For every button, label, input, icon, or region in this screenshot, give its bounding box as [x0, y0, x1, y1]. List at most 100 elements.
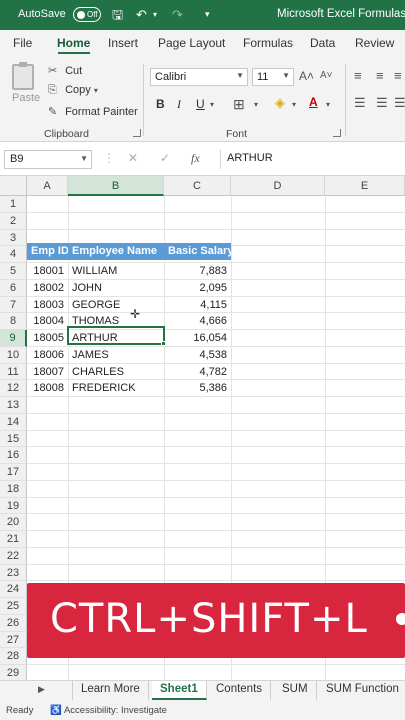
- align-center-icon[interactable]: ☰: [376, 95, 388, 111]
- emp-id-cell[interactable]: 18006: [27, 347, 68, 364]
- row-header[interactable]: 18: [0, 480, 27, 498]
- cut-button[interactable]: ✂ Cut: [48, 64, 82, 77]
- align-middle-icon[interactable]: ≡: [376, 68, 384, 83]
- row-header[interactable]: 8: [0, 313, 27, 330]
- save-icon[interactable]: 🖫: [112, 7, 123, 22]
- row-header[interactable]: 3: [0, 229, 27, 247]
- column-header-c[interactable]: C: [164, 176, 231, 196]
- emp-id-cell[interactable]: 18003: [27, 297, 68, 314]
- header-emp-id[interactable]: Emp ID: [27, 243, 68, 260]
- italic-button[interactable]: I: [177, 97, 181, 112]
- row-header[interactable]: 24: [0, 581, 27, 598]
- row-header[interactable]: 27: [0, 631, 27, 649]
- column-header-d[interactable]: D: [231, 176, 325, 196]
- row-header[interactable]: 12: [0, 380, 27, 397]
- row-header[interactable]: 1: [0, 196, 27, 213]
- sheet-tab-learn-more[interactable]: Learn More: [72, 681, 149, 700]
- employee-name-cell[interactable]: WILLIAM: [68, 263, 164, 280]
- basic-salary-cell[interactable]: 4,666: [164, 313, 231, 330]
- row-header[interactable]: 29: [0, 665, 27, 680]
- name-box[interactable]: B9 ▼: [4, 150, 92, 169]
- font-color-icon[interactable]: A: [309, 95, 318, 109]
- row-header[interactable]: 17: [0, 464, 27, 481]
- row-header[interactable]: 26: [0, 614, 27, 632]
- column-header-b[interactable]: B: [68, 176, 164, 196]
- tab-file[interactable]: File: [13, 36, 32, 50]
- row-header[interactable]: 6: [0, 279, 27, 297]
- sheet-tab-sum-function[interactable]: SUM Function: [318, 681, 405, 700]
- cancel-icon[interactable]: ✕: [128, 151, 138, 165]
- align-bottom-icon[interactable]: ≡: [394, 68, 402, 83]
- fill-color-icon[interactable]: ◈: [275, 95, 285, 111]
- accessibility-status[interactable]: ♿ Accessibility: Investigate: [50, 705, 167, 716]
- row-header[interactable]: 25: [0, 598, 27, 615]
- column-header-a[interactable]: A: [27, 176, 68, 196]
- row-header[interactable]: 7: [0, 296, 27, 314]
- emp-id-cell[interactable]: 18004: [27, 313, 68, 330]
- formula-input[interactable]: ARTHUR: [220, 150, 405, 169]
- tab-page-layout[interactable]: Page Layout: [158, 36, 225, 50]
- header-basic-salary[interactable]: Basic Salary: [164, 243, 231, 260]
- fill-handle[interactable]: [161, 341, 166, 346]
- row-header[interactable]: 13: [0, 397, 27, 414]
- font-size-select[interactable]: 11 ▼: [252, 68, 294, 86]
- enter-icon[interactable]: ✓: [160, 151, 170, 165]
- row-header[interactable]: 9: [0, 330, 27, 347]
- insert-function-button[interactable]: fx: [191, 151, 200, 166]
- sheet-tab-sum[interactable]: SUM: [274, 681, 317, 700]
- tab-data[interactable]: Data: [310, 36, 335, 50]
- emp-id-cell[interactable]: 18002: [27, 280, 68, 297]
- basic-salary-cell[interactable]: 2,095: [164, 280, 231, 297]
- row-header[interactable]: 15: [0, 430, 27, 448]
- emp-id-cell[interactable]: 18008: [27, 380, 68, 397]
- bold-button[interactable]: B: [156, 97, 165, 111]
- copy-button[interactable]: ⎘ Copy ▾: [48, 84, 98, 97]
- emp-id-cell[interactable]: 18005: [27, 330, 68, 347]
- undo-dropdown-icon[interactable]: ▾: [153, 7, 157, 22]
- borders-dropdown-icon[interactable]: ▾: [254, 100, 258, 109]
- copy-dropdown-icon[interactable]: ▾: [94, 86, 98, 95]
- underline-dropdown-icon[interactable]: ▾: [210, 100, 214, 109]
- redo-icon[interactable]: ↷: [172, 7, 183, 22]
- basic-salary-cell[interactable]: 4,115: [164, 297, 231, 314]
- header-employee-name[interactable]: Employee Name: [68, 243, 164, 260]
- tab-formulas[interactable]: Formulas: [243, 36, 293, 50]
- emp-id-cell[interactable]: 18001: [27, 263, 68, 280]
- basic-salary-cell[interactable]: 7,883: [164, 263, 231, 280]
- employee-name-cell[interactable]: JOHN: [68, 280, 164, 297]
- tab-home[interactable]: Home: [57, 36, 90, 50]
- customize-toolbar-icon[interactable]: ▾: [205, 7, 210, 22]
- font-color-dropdown-icon[interactable]: ▾: [326, 100, 330, 109]
- row-header[interactable]: 10: [0, 346, 27, 364]
- sheet-scroll-right-icon[interactable]: ▶: [38, 684, 45, 695]
- emp-id-cell[interactable]: 18007: [27, 364, 68, 381]
- sheet-tab-contents[interactable]: Contents: [208, 681, 272, 700]
- tab-insert[interactable]: Insert: [108, 36, 138, 50]
- row-header[interactable]: 20: [0, 514, 27, 531]
- basic-salary-cell[interactable]: 16,054: [164, 330, 231, 347]
- row-header[interactable]: 16: [0, 447, 27, 464]
- row-header[interactable]: 5: [0, 263, 27, 280]
- fill-color-dropdown-icon[interactable]: ▾: [292, 100, 296, 109]
- basic-salary-cell[interactable]: 4,782: [164, 364, 231, 381]
- row-header[interactable]: 28: [0, 648, 27, 665]
- row-header[interactable]: 19: [0, 497, 27, 515]
- font-name-select[interactable]: Calibri ▼: [150, 68, 248, 86]
- decrease-font-size-icon[interactable]: A˅: [320, 70, 333, 81]
- format-painter-button[interactable]: ✎ Format Painter: [48, 105, 138, 118]
- row-header[interactable]: 14: [0, 413, 27, 431]
- sheet-tab-sheet1[interactable]: Sheet1: [152, 681, 207, 700]
- tab-review[interactable]: Review: [355, 36, 394, 50]
- autosave-toggle[interactable]: Off: [73, 7, 101, 22]
- row-header[interactable]: 22: [0, 547, 27, 565]
- increase-font-size-icon[interactable]: A˄: [299, 69, 314, 83]
- column-header-e[interactable]: E: [325, 176, 405, 196]
- underline-button[interactable]: U: [196, 97, 205, 111]
- row-header[interactable]: 23: [0, 564, 27, 582]
- align-left-icon[interactable]: ☰: [354, 95, 366, 111]
- employee-name-cell[interactable]: CHARLES: [68, 364, 164, 381]
- undo-icon[interactable]: ↶: [136, 7, 147, 22]
- employee-name-cell[interactable]: JAMES: [68, 347, 164, 364]
- align-top-icon[interactable]: ≡: [354, 68, 362, 83]
- row-header[interactable]: 2: [0, 212, 27, 230]
